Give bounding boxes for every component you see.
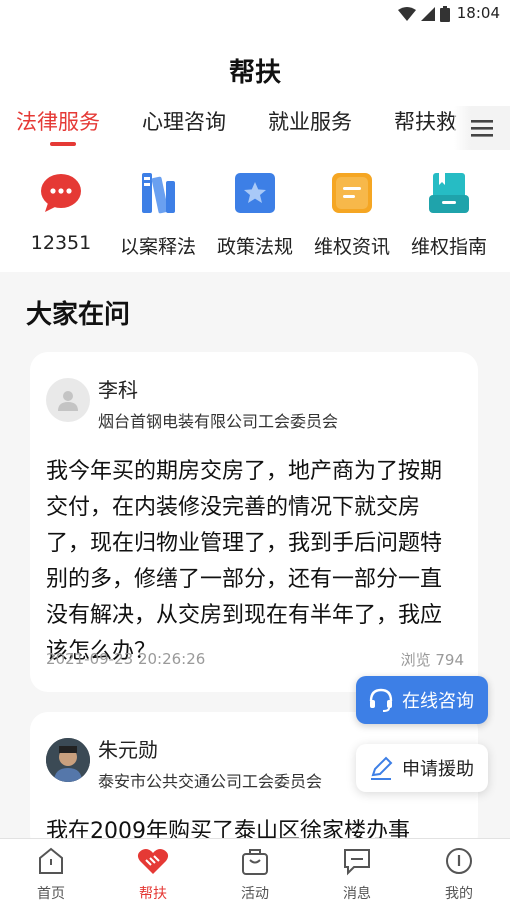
avatar xyxy=(46,738,90,782)
headset-icon xyxy=(369,688,393,712)
apply-aid-label: 申请援助 xyxy=(402,759,474,780)
nav-profile[interactable]: 我的 xyxy=(424,845,494,903)
status-icons xyxy=(398,6,450,22)
tab-counseling[interactable]: 心理咨询 xyxy=(142,106,226,138)
nav-label: 帮扶 xyxy=(139,886,167,902)
active-tab-indicator xyxy=(50,142,76,146)
battery-icon xyxy=(440,6,450,22)
message-icon xyxy=(341,845,373,877)
author-org: 泰安市公共交通公司工会委员会 xyxy=(98,772,323,791)
nav-home[interactable]: 首页 xyxy=(16,845,86,903)
status-time: 18:04 xyxy=(456,4,500,22)
chat-bubble-icon xyxy=(38,170,84,216)
shortcut-rights-news[interactable]: 维权资讯 xyxy=(306,170,398,259)
user-photo-icon xyxy=(46,738,90,782)
nav-label: 我的 xyxy=(445,886,473,902)
home-icon xyxy=(35,845,67,877)
tab-assistance[interactable]: 帮扶救 xyxy=(394,106,457,138)
section-title: 大家在问 xyxy=(26,300,131,330)
online-consult-label: 在线咨询 xyxy=(402,691,474,712)
books-icon xyxy=(135,170,181,216)
shortcut-label: 12351 xyxy=(30,232,92,254)
question-card[interactable]: 李科 烟台首钢电装有限公司工会委员会 我今年买的期房交房了，地产商为了按期交付，… xyxy=(30,352,478,692)
tab-employment[interactable]: 就业服务 xyxy=(268,106,352,138)
page-title: 帮扶 xyxy=(228,58,281,88)
shortcut-label: 维权指南 xyxy=(410,236,487,258)
star-badge-icon xyxy=(232,170,278,216)
nav-label: 消息 xyxy=(343,886,371,902)
author-name: 朱元勋 xyxy=(98,738,158,762)
author-name: 李科 xyxy=(98,378,138,402)
nav-activities[interactable]: 活动 xyxy=(220,845,290,903)
apply-aid-button[interactable]: 申请援助 xyxy=(356,744,488,792)
bottom-nav: 首页 帮扶 活动 消息 我的 xyxy=(0,838,510,906)
note-icon xyxy=(329,170,375,216)
views-value: 794 xyxy=(435,651,464,669)
shortcut-label: 维权资讯 xyxy=(313,236,390,258)
bookmark-box-icon xyxy=(426,170,472,216)
tabs-menu-button[interactable] xyxy=(454,106,510,150)
nav-label: 首页 xyxy=(37,886,65,902)
nav-messages[interactable]: 消息 xyxy=(322,845,392,903)
pencil-icon xyxy=(371,756,393,780)
handshake-icon xyxy=(137,845,169,877)
shortcut-case-law[interactable]: 以案释法 xyxy=(112,170,204,259)
nav-help[interactable]: 帮扶 xyxy=(118,845,188,903)
category-tabs: 法律服务 心理咨询 就业服务 帮扶救 xyxy=(0,106,510,150)
post-date: 2021-09-23 20:26:26 xyxy=(46,650,206,668)
signal-icon xyxy=(421,7,435,21)
shortcut-12351[interactable]: 12351 xyxy=(15,170,107,254)
default-avatar-icon xyxy=(58,391,78,411)
shortcut-policy[interactable]: 政策法规 xyxy=(209,170,301,259)
header: 帮扶 xyxy=(0,28,510,106)
shortcut-rights-guide[interactable]: 维权指南 xyxy=(403,170,495,259)
shortcut-label: 以案释法 xyxy=(119,236,196,258)
profile-icon xyxy=(443,845,475,877)
shortcut-grid: 12351 以案释法 政策法规 维权资讯 维权指南 xyxy=(0,150,510,272)
wifi-icon xyxy=(398,7,416,21)
status-bar: 18:04 xyxy=(0,0,510,28)
view-count: 浏览 794 xyxy=(401,649,464,670)
avatar xyxy=(46,378,90,422)
online-consult-button[interactable]: 在线咨询 xyxy=(356,676,488,724)
tab-legal-service[interactable]: 法律服务 xyxy=(16,106,100,138)
question-text: 我今年买的期房交房了，地产商为了按期交付，在内装修没完善的情况下就交房了，现在归… xyxy=(46,459,443,664)
nav-label: 活动 xyxy=(241,886,269,902)
bag-icon xyxy=(239,845,271,877)
views-label: 浏览 xyxy=(400,651,431,669)
shortcut-label: 政策法规 xyxy=(216,236,293,258)
menu-icon xyxy=(471,120,493,137)
author-org: 烟台首钢电装有限公司工会委员会 xyxy=(98,412,339,431)
